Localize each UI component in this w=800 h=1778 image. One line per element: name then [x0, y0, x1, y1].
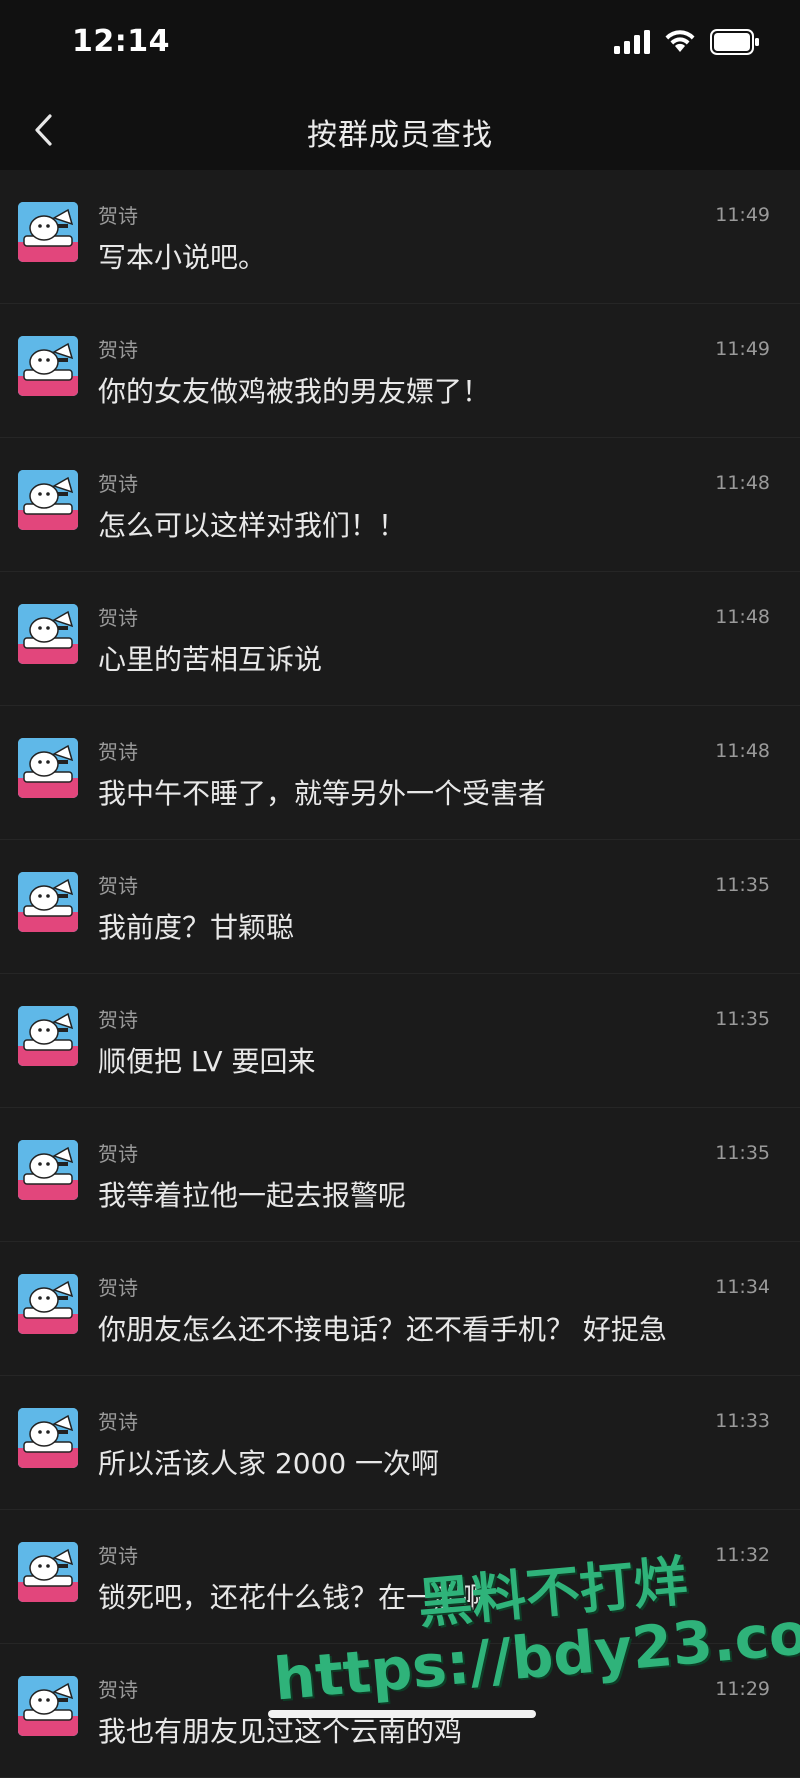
message-time: 11:34	[715, 1276, 770, 1298]
sender-name: 贺诗	[98, 1008, 138, 1032]
list-item[interactable]: 贺诗 11:35 我前度？甘颖聪	[0, 840, 800, 974]
battery-icon	[710, 29, 760, 59]
sender-name: 贺诗	[98, 1142, 138, 1166]
avatar[interactable]	[18, 470, 78, 530]
message-time: 11:32	[715, 1544, 770, 1566]
message-time: 11:48	[715, 606, 770, 628]
list-item[interactable]: 贺诗 11:35 顺便把 LV 要回来	[0, 974, 800, 1108]
sender-name: 贺诗	[98, 1678, 138, 1702]
list-item[interactable]: 贺诗 11:49 写本小说吧。	[0, 170, 800, 304]
list-item[interactable]: 贺诗 11:48 我中午不睡了，就等另外一个受害者	[0, 706, 800, 840]
list-item[interactable]: 贺诗 11:48 心里的苦相互诉说	[0, 572, 800, 706]
nav-bar: 按群成员查找	[0, 90, 800, 170]
avatar[interactable]	[18, 1140, 78, 1200]
avatar[interactable]	[18, 1676, 78, 1736]
wifi-icon	[664, 30, 696, 58]
message-text: 所以活该人家 2000 一次啊	[98, 1447, 440, 1480]
message-time: 11:49	[715, 204, 770, 226]
message-text: 你的女友做鸡被我的男友嫖了！	[98, 375, 491, 408]
sender-name: 贺诗	[98, 338, 138, 362]
message-text: 我中午不睡了，就等另外一个受害者	[98, 777, 547, 810]
message-time: 11:48	[715, 472, 770, 494]
message-time: 11:29	[715, 1678, 770, 1700]
status-bar: 12:14	[0, 0, 800, 90]
message-text: 怎么可以这样对我们！！	[98, 509, 407, 542]
avatar[interactable]	[18, 1408, 78, 1468]
sender-name: 贺诗	[98, 1544, 138, 1568]
sender-name: 贺诗	[98, 740, 138, 764]
message-text: 心里的苦相互诉说	[98, 643, 323, 676]
list-item[interactable]: 贺诗 11:48 怎么可以这样对我们！！	[0, 438, 800, 572]
list-item[interactable]: 贺诗 11:49 你的女友做鸡被我的男友嫖了！	[0, 304, 800, 438]
page-title: 按群成员查找	[307, 118, 493, 153]
list-item[interactable]: 贺诗 11:35 我等着拉他一起去报警呢	[0, 1108, 800, 1242]
message-text: 我等着拉他一起去报警呢	[98, 1179, 407, 1212]
sender-name: 贺诗	[98, 606, 138, 630]
message-time: 11:33	[715, 1410, 770, 1432]
sender-name: 贺诗	[98, 874, 138, 898]
avatar[interactable]	[18, 1542, 78, 1602]
list-item[interactable]: 贺诗 11:32 锁死吧，还花什么钱？在一起啊	[0, 1510, 800, 1644]
message-time: 11:35	[715, 1008, 770, 1030]
message-text: 锁死吧，还花什么钱？在一起啊	[98, 1581, 491, 1614]
avatar[interactable]	[18, 336, 78, 396]
sender-name: 贺诗	[98, 1410, 138, 1434]
message-time: 11:35	[715, 1142, 770, 1164]
message-text: 你朋友怎么还不接电话？还不看手机？ 好捉急	[98, 1313, 667, 1346]
list-item[interactable]: 贺诗 11:34 你朋友怎么还不接电话？还不看手机？ 好捉急	[0, 1242, 800, 1376]
sender-name: 贺诗	[98, 204, 138, 228]
message-time: 11:35	[715, 874, 770, 896]
message-list: 贺诗 11:49 写本小说吧。 贺诗 11:49 你的女友做鸡被我的男友嫖了！ …	[0, 170, 800, 1778]
message-time: 11:48	[715, 740, 770, 762]
avatar[interactable]	[18, 202, 78, 262]
avatar[interactable]	[18, 872, 78, 932]
message-time: 11:49	[715, 338, 770, 360]
list-item[interactable]: 贺诗 11:33 所以活该人家 2000 一次啊	[0, 1376, 800, 1510]
avatar[interactable]	[18, 1274, 78, 1334]
home-indicator	[268, 1710, 536, 1718]
signal-icon	[614, 30, 650, 58]
avatar[interactable]	[18, 1006, 78, 1066]
sender-name: 贺诗	[98, 1276, 138, 1300]
status-icons	[614, 28, 760, 60]
avatar[interactable]	[18, 604, 78, 664]
message-text: 写本小说吧。	[98, 241, 267, 274]
avatar[interactable]	[18, 738, 78, 798]
status-time: 12:14	[72, 24, 170, 59]
message-text: 我前度？甘颖聪	[98, 911, 295, 944]
message-text: 顺便把 LV 要回来	[98, 1045, 316, 1078]
sender-name: 贺诗	[98, 472, 138, 496]
